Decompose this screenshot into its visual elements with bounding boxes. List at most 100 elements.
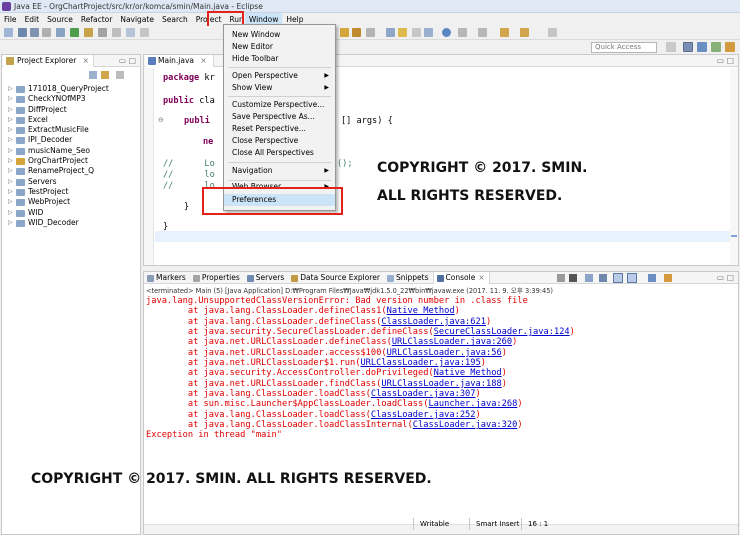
save-icon[interactable] <box>18 28 27 37</box>
tab-servers[interactable]: Servers <box>244 272 289 284</box>
expand-arrow-icon[interactable]: ▷ <box>8 135 13 145</box>
menu-item-preferences[interactable]: Preferences <box>224 194 335 206</box>
menu-item-show-view[interactable]: Show View ▶ <box>224 82 335 94</box>
search-toolbar-icon[interactable] <box>112 28 121 37</box>
expand-arrow-icon[interactable]: ▷ <box>8 156 13 166</box>
stack-link[interactable]: URLClassLoader.java:56 <box>387 348 502 358</box>
highlight-icon[interactable] <box>398 28 407 37</box>
pencil-icon[interactable] <box>366 28 375 37</box>
stack-link[interactable]: URLClassLoader.java:195 <box>360 358 480 368</box>
stack-link[interactable]: Native Method <box>434 368 502 378</box>
java-ee-perspective-icon[interactable] <box>683 42 693 52</box>
tree-item[interactable]: ▷ RenameProject_Q <box>2 166 140 176</box>
tree-item[interactable]: ▷ IPI_Decoder <box>2 135 140 145</box>
tree-item[interactable]: ▷ Servers <box>2 177 140 187</box>
menu-item-new-window[interactable]: New Window <box>224 29 335 41</box>
pin-console-icon[interactable] <box>627 273 637 283</box>
menu-source[interactable]: Source <box>43 13 77 26</box>
tree-item[interactable]: ▷ TestProject <box>2 187 140 197</box>
expand-arrow-icon[interactable]: ▷ <box>8 187 13 197</box>
stack-link[interactable]: URLClassLoader.java:260 <box>392 337 512 347</box>
minimize-icon[interactable]: ▭ <box>717 272 724 283</box>
tree-item[interactable]: ▷ OrgChartProject <box>2 156 140 166</box>
menu-item-customize-perspective[interactable]: Customize Perspective... <box>224 99 335 111</box>
new-icon[interactable] <box>4 28 13 37</box>
stack-link[interactable]: ClassLoader.java:621 <box>381 317 486 327</box>
maximize-icon[interactable]: □ <box>727 55 734 66</box>
scroll-lock-icon[interactable] <box>585 274 593 282</box>
prev-annotation-icon[interactable] <box>478 28 487 37</box>
maximize-icon[interactable]: □ <box>727 272 734 283</box>
close-icon[interactable]: × <box>478 272 484 284</box>
expand-arrow-icon[interactable]: ▷ <box>8 208 13 218</box>
new-java-class-icon[interactable] <box>340 28 349 37</box>
menu-item-navigation[interactable]: Navigation ▶ <box>224 165 335 177</box>
menu-edit[interactable]: Edit <box>21 13 44 26</box>
open-type-icon[interactable] <box>126 28 135 37</box>
globe-icon[interactable] <box>442 28 451 37</box>
expand-arrow-icon[interactable]: ▷ <box>8 105 13 115</box>
menu-item-open-perspective[interactable]: Open Perspective ▶ <box>224 70 335 82</box>
tree-item[interactable]: ▷ WID <box>2 208 140 218</box>
menu-item-save-perspective-as[interactable]: Save Perspective As... <box>224 111 335 123</box>
next-annotation-icon[interactable] <box>458 28 467 37</box>
tab-markers[interactable]: Markers <box>144 272 190 284</box>
menu-item-close-perspective[interactable]: Close Perspective <box>224 135 335 147</box>
stack-link[interactable]: ClassLoader.java:307 <box>371 389 476 399</box>
tree-item[interactable]: ▷ Excel <box>2 115 140 125</box>
close-icon[interactable]: × <box>83 56 89 65</box>
open-perspective-icon[interactable] <box>666 42 676 52</box>
save-all-icon[interactable] <box>30 28 39 37</box>
open-task-icon[interactable] <box>140 28 149 37</box>
remove-launch-icon[interactable] <box>557 274 565 282</box>
menu-file[interactable]: File <box>0 13 21 26</box>
expand-arrow-icon[interactable]: ▷ <box>8 94 13 104</box>
debug-perspective-icon[interactable] <box>711 42 721 52</box>
collapse-all-icon[interactable] <box>89 71 97 79</box>
tree-item[interactable]: ▷ DiffProject <box>2 105 140 115</box>
word-wrap-icon[interactable] <box>613 273 623 283</box>
expand-arrow-icon[interactable]: ▷ <box>8 146 13 156</box>
menu-item-close-all-perspectives[interactable]: Close All Perspectives <box>224 147 335 159</box>
expand-arrow-icon[interactable]: ▷ <box>8 84 13 94</box>
forward-icon[interactable] <box>520 28 529 37</box>
stack-link[interactable]: Launcher.java:268 <box>428 399 517 409</box>
external-tools-icon[interactable] <box>84 28 93 37</box>
fold-icon[interactable]: ⊖ <box>158 116 164 124</box>
link-editor-icon[interactable] <box>101 71 109 79</box>
java-perspective-icon[interactable] <box>697 42 707 52</box>
run-icon[interactable] <box>70 28 79 37</box>
stack-link[interactable]: ClassLoader.java:320 <box>413 420 518 430</box>
quick-access-input[interactable]: Quick Access <box>591 42 657 53</box>
tree-item[interactable]: ▷ WID_Decoder <box>2 218 140 228</box>
stack-link[interactable]: SecureClassLoader.java:124 <box>434 327 570 337</box>
menu-item-reset-perspective[interactable]: Reset Perspective... <box>224 123 335 135</box>
project-explorer-tab[interactable]: Project Explorer × <box>3 55 94 67</box>
tree-item[interactable]: ▷ musicName_Seo <box>2 146 140 156</box>
show-console-icon[interactable] <box>599 274 607 282</box>
tab-snippets[interactable]: Snippets <box>384 272 433 284</box>
expand-arrow-icon[interactable]: ▷ <box>8 177 13 187</box>
stack-link[interactable]: URLClassLoader.java:188 <box>381 379 501 389</box>
pin-editor-icon[interactable] <box>548 28 557 37</box>
tab-properties[interactable]: Properties <box>190 272 244 284</box>
tab-data-source-explorer[interactable]: Data Source Explorer <box>288 272 384 284</box>
back-icon[interactable] <box>500 28 509 37</box>
expand-arrow-icon[interactable]: ▷ <box>8 125 13 135</box>
server-icon[interactable] <box>98 28 107 37</box>
menu-refactor[interactable]: Refactor <box>77 13 116 26</box>
git-perspective-icon[interactable] <box>725 42 735 52</box>
menu-item-hide-toolbar[interactable]: Hide Toolbar <box>224 53 335 65</box>
view-menu-icon[interactable] <box>116 71 124 79</box>
toggle-mark-icon[interactable] <box>386 28 395 37</box>
expand-arrow-icon[interactable]: ▷ <box>8 218 13 228</box>
tree-item[interactable]: ▷ ExtractMusicFile <box>2 125 140 135</box>
menu-project[interactable]: Project <box>192 13 226 26</box>
new-package-icon[interactable] <box>352 28 361 37</box>
stack-link[interactable]: ClassLoader.java:252 <box>371 410 476 420</box>
tree-item[interactable]: ▷ 171018_QueryProject <box>2 84 140 94</box>
tab-console[interactable]: Console × <box>432 272 490 284</box>
minimize-icon[interactable]: ▭ <box>717 55 724 66</box>
editor-tab-main-java[interactable]: Main.java × <box>145 55 214 67</box>
tree-item[interactable]: ▷ CheckYNOfMP3 <box>2 94 140 104</box>
